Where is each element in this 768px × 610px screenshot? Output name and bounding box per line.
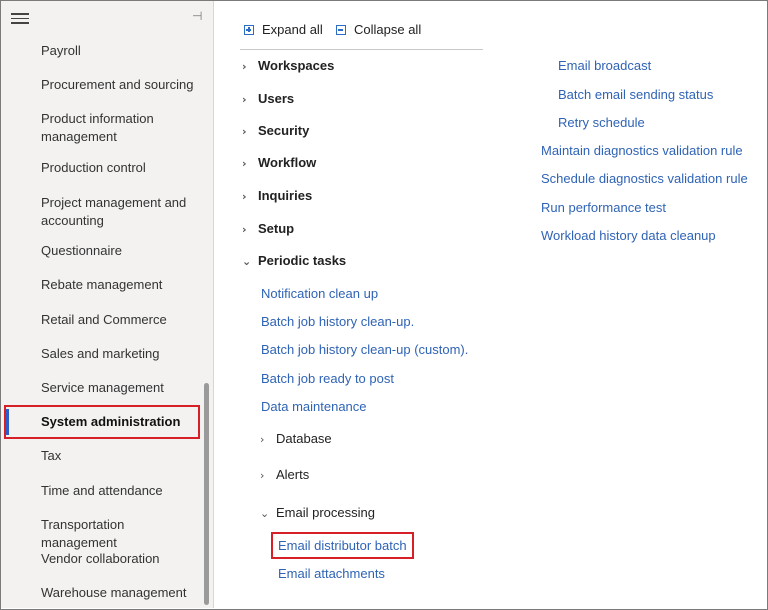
link-maintain-diagnostics-validation-rule[interactable]: Maintain diagnostics validation rule [541, 143, 743, 158]
tree-node-database[interactable]: › Database [260, 431, 332, 446]
module-warehouse-management[interactable]: Warehouse management [41, 584, 201, 602]
node-label: Workflow [258, 155, 317, 170]
module-service-management[interactable]: Service management [41, 379, 201, 397]
expand-all-button[interactable]: Expand all [244, 22, 323, 37]
module-payroll[interactable]: Payroll [41, 42, 201, 60]
link-data-maintenance[interactable]: Data maintenance [261, 399, 367, 414]
hamburger-menu-icon[interactable] [11, 11, 29, 25]
module-project-management-and-accounting[interactable]: Project management and accounting [41, 194, 191, 230]
node-label: Alerts [276, 467, 310, 482]
chevron-down-icon: ⌄ [242, 255, 252, 268]
email-distributor-batch-highlight [271, 532, 414, 559]
module-questionnaire[interactable]: Questionnaire [41, 242, 201, 260]
collapse-all-label: Collapse all [354, 22, 422, 37]
chevron-right-icon: › [242, 157, 247, 170]
node-label: Periodic tasks [258, 253, 347, 268]
link-notification-clean-up[interactable]: Notification clean up [261, 286, 378, 301]
module-time-and-attendance[interactable]: Time and attendance [41, 482, 201, 500]
module-product-information-management[interactable]: Product information management [41, 110, 191, 146]
tree-node-periodic-tasks[interactable]: ⌄ Periodic tasks [242, 253, 346, 268]
module-sales-and-marketing[interactable]: Sales and marketing [41, 345, 201, 363]
chevron-right-icon: › [242, 190, 247, 203]
collapse-all-button[interactable]: Collapse all [336, 22, 421, 37]
module-retail-and-commerce[interactable]: Retail and Commerce [41, 311, 201, 329]
expand-icon [244, 25, 254, 35]
node-label: Security [258, 123, 310, 138]
module-production-control[interactable]: Production control [41, 159, 201, 177]
node-label: Inquiries [258, 188, 313, 203]
workspace-content: Expand all Collapse all › Workspaces › Use… [214, 1, 766, 608]
link-email-broadcast[interactable]: Email broadcast [558, 58, 651, 73]
module-system-administration[interactable]: System administration [41, 413, 201, 431]
node-label: Workspaces [258, 58, 335, 73]
link-batch-job-ready-to-post[interactable]: Batch job ready to post [261, 371, 394, 386]
chevron-right-icon: › [242, 125, 247, 138]
module-vendor-collaboration[interactable]: Vendor collaboration [41, 550, 201, 568]
module-procurement-and-sourcing[interactable]: Procurement and sourcing [41, 76, 201, 94]
link-workload-history-data-cleanup[interactable]: Workload history data cleanup [541, 228, 716, 243]
module-transportation-management[interactable]: Transportation management [41, 516, 201, 552]
chevron-right-icon: › [242, 93, 247, 106]
module-rebate-management[interactable]: Rebate management [41, 276, 201, 294]
expand-all-label: Expand all [262, 22, 323, 37]
tree-node-users[interactable]: › Users [242, 91, 294, 106]
link-run-performance-test[interactable]: Run performance test [541, 200, 666, 215]
link-schedule-diagnostics-validation-rule[interactable]: Schedule diagnostics validation rule [541, 171, 748, 186]
chevron-right-icon: › [260, 433, 265, 446]
tree-node-security[interactable]: › Security [242, 123, 309, 138]
node-label: Email processing [276, 505, 375, 520]
collapse-icon [336, 25, 346, 35]
link-retry-schedule[interactable]: Retry schedule [558, 115, 645, 130]
navigation-pane: ⊣ Payroll Procurement and sourcing Produ… [1, 1, 214, 608]
node-label: Setup [258, 221, 295, 236]
tree-node-setup[interactable]: › Setup [242, 221, 294, 236]
sidebar-scrollbar[interactable] [204, 383, 209, 605]
toolbar-divider [240, 49, 483, 50]
tree-node-workspaces[interactable]: › Workspaces [242, 58, 334, 73]
tree-node-workflow[interactable]: › Workflow [242, 155, 316, 170]
selection-indicator [6, 409, 9, 435]
link-email-attachments[interactable]: Email attachments [278, 566, 385, 581]
chevron-right-icon: › [242, 223, 247, 236]
link-batch-job-history-clean-up-custom[interactable]: Batch job history clean-up (custom). [261, 342, 468, 357]
tree-node-inquiries[interactable]: › Inquiries [242, 188, 312, 203]
link-batch-email-sending-status[interactable]: Batch email sending status [558, 87, 713, 102]
chevron-down-icon: ⌄ [260, 507, 270, 520]
tree-node-alerts[interactable]: › Alerts [260, 467, 309, 482]
tree-node-email-processing[interactable]: ⌄ Email processing [260, 505, 375, 520]
node-label: Database [276, 431, 332, 446]
pin-icon[interactable]: ⊣ [192, 9, 202, 23]
chevron-right-icon: › [260, 469, 265, 482]
node-label: Users [258, 91, 295, 106]
link-batch-job-history-clean-up[interactable]: Batch job history clean-up. [261, 314, 414, 329]
module-tax[interactable]: Tax [41, 447, 201, 465]
chevron-right-icon: › [242, 60, 247, 73]
